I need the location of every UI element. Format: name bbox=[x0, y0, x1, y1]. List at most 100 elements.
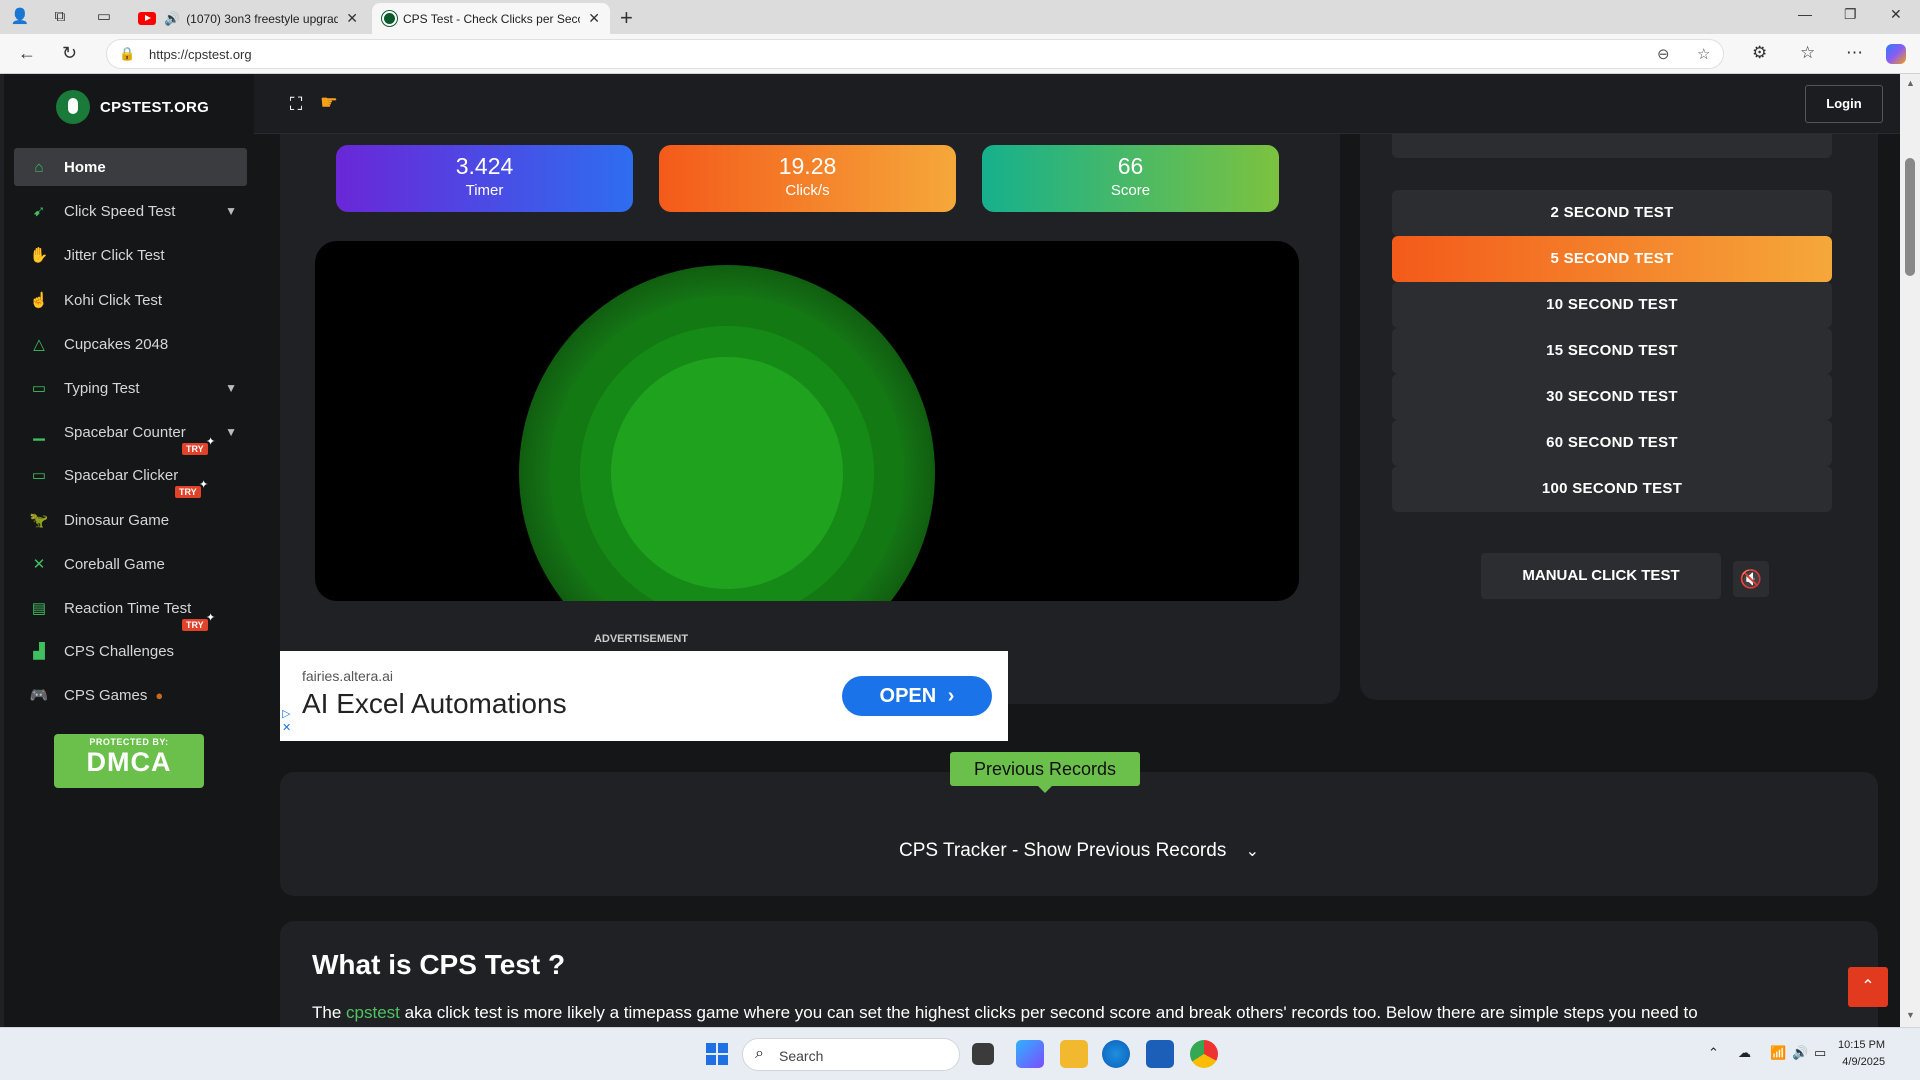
sidebar-item-label: CPS Games bbox=[64, 686, 148, 704]
favorites-icon[interactable]: ☆ bbox=[1800, 43, 1815, 63]
manual-click-test-button[interactable]: MANUAL CLICK TEST bbox=[1481, 553, 1721, 599]
sidebar-item-coreball-game[interactable]: ✕ Coreball Game bbox=[14, 545, 247, 583]
test-selector-panel: 2 SECOND TEST 5 SECOND TEST 10 SECOND TE… bbox=[1360, 134, 1878, 700]
sidebar-item-home[interactable]: ⌂ Home bbox=[14, 148, 247, 186]
coreball-icon: ✕ bbox=[32, 556, 46, 573]
microsoft365-icon[interactable] bbox=[1016, 1040, 1044, 1068]
sidebar-item-spacebar-clicker[interactable]: ▭ Spacebar Clicker bbox=[14, 456, 247, 494]
sidebar-item-label: Dinosaur Game bbox=[64, 511, 170, 529]
info-section: What is CPS Test ? The cpstest aka click… bbox=[280, 921, 1878, 1027]
test-button-partial[interactable] bbox=[1392, 134, 1832, 158]
tab-actions-icon[interactable]: ▭ bbox=[92, 5, 116, 29]
test-button-100s[interactable]: 100 SECOND TEST bbox=[1392, 466, 1832, 512]
volume-icon[interactable]: 🔊 bbox=[1792, 1045, 1808, 1061]
test-button-60s[interactable]: 60 SECOND TEST bbox=[1392, 420, 1832, 466]
taskbar-clock[interactable]: 10:15 PM 4/9/2025 bbox=[1838, 1037, 1885, 1071]
spacebar-icon: ▁ bbox=[33, 424, 45, 441]
test-button-15s[interactable]: 15 SECOND TEST bbox=[1392, 328, 1832, 374]
sidebar: CPSTEST.ORG ⌂ Home ➹ Click Speed Test ▼ … bbox=[4, 74, 254, 1027]
extensions-icon[interactable]: ⚙ bbox=[1752, 43, 1767, 63]
sidebar-item-dinosaur-game[interactable]: 🦖 Dinosaur Game bbox=[14, 501, 247, 539]
test-button-5s[interactable]: 5 SECOND TEST bbox=[1392, 236, 1832, 282]
sidebar-item-typing-test[interactable]: ▭ Typing Test ▼ bbox=[14, 369, 247, 407]
previous-records-panel: CPS Tracker - Show Previous Records ⌄ bbox=[280, 772, 1878, 896]
network-cloud-icon[interactable]: ☁ bbox=[1738, 1045, 1751, 1061]
sidebar-item-cupcakes-2048[interactable]: △ Cupcakes 2048 bbox=[14, 325, 247, 363]
scrollbar-thumb[interactable] bbox=[1905, 158, 1915, 276]
dmca-badge[interactable]: PROTECTED BY: DMCA bbox=[54, 734, 204, 788]
ad-open-button[interactable]: OPEN › bbox=[842, 676, 992, 716]
test-button-10s[interactable]: 10 SECOND TEST bbox=[1392, 282, 1832, 328]
favorite-star-icon[interactable]: ☆ bbox=[1697, 45, 1710, 63]
sidebar-item-cps-games[interactable]: 🎮 CPS Games ● bbox=[14, 676, 247, 714]
chevron-down-icon[interactable]: ▼ bbox=[225, 381, 237, 395]
previous-records-tag: Previous Records bbox=[950, 752, 1140, 793]
advertisement-banner[interactable]: fairies.altera.ai AI Excel Automations O… bbox=[280, 651, 1008, 741]
chrome-icon[interactable] bbox=[1190, 1040, 1218, 1068]
clock-time: 10:15 PM bbox=[1838, 1039, 1886, 1051]
close-tab-icon[interactable]: ✕ bbox=[588, 10, 600, 27]
scroll-to-top-button[interactable]: ⌃ bbox=[1848, 967, 1888, 1007]
store-icon[interactable] bbox=[1146, 1040, 1174, 1068]
fullscreen-icon[interactable]: ⛶ bbox=[282, 90, 310, 118]
test-button-30s[interactable]: 30 SECOND TEST bbox=[1392, 374, 1832, 420]
battery-icon[interactable]: ▭ bbox=[1814, 1045, 1826, 1061]
dmca-protected-text: PROTECTED BY: bbox=[89, 737, 169, 747]
sidebar-item-label: Spacebar Clicker bbox=[64, 466, 179, 484]
copilot-icon[interactable] bbox=[1886, 44, 1906, 64]
tab-youtube[interactable]: 🔊 (1070) 3on3 freestyle upgrad ✕ bbox=[128, 3, 368, 34]
task-view-icon[interactable] bbox=[972, 1043, 994, 1065]
restore-icon[interactable]: ❐ bbox=[1844, 6, 1857, 23]
advertisement-label: ADVERTISEMENT bbox=[593, 633, 689, 645]
page-scrollbar[interactable]: ▲ ▼ bbox=[1900, 74, 1920, 1027]
score-label: Score bbox=[1110, 182, 1151, 199]
fire-icon: ● bbox=[155, 687, 164, 703]
chevron-down-icon[interactable]: ▼ bbox=[225, 204, 237, 218]
edge-icon[interactable] bbox=[1102, 1040, 1130, 1068]
new-tab-icon[interactable]: + bbox=[620, 5, 633, 31]
clicks-per-second-stat: 19.28 Click/s bbox=[659, 145, 956, 212]
scroll-down-icon[interactable]: ▼ bbox=[1906, 1010, 1915, 1020]
sidebar-item-click-speed-test[interactable]: ➹ Click Speed Test ▼ bbox=[14, 192, 247, 230]
scroll-up-icon[interactable]: ▲ bbox=[1906, 78, 1915, 88]
clock-date: 4/9/2025 bbox=[1842, 1056, 1886, 1068]
windows-start-icon[interactable] bbox=[706, 1043, 728, 1065]
site-logo[interactable]: CPSTEST.ORG bbox=[56, 90, 209, 124]
speaker-icon[interactable]: 🔊 bbox=[164, 11, 180, 27]
refresh-icon[interactable]: ↻ bbox=[62, 43, 77, 64]
close-tab-icon[interactable]: ✕ bbox=[346, 10, 358, 27]
cpstest-link[interactable]: cpstest bbox=[346, 1003, 400, 1022]
url-text[interactable]: https://cpstest.org bbox=[149, 47, 252, 62]
tray-overflow-icon[interactable]: ⌃ bbox=[1708, 1045, 1719, 1061]
mouse-logo-icon bbox=[56, 90, 90, 124]
chart-icon: ▟ bbox=[33, 643, 45, 660]
profile-icon[interactable]: 👤 bbox=[8, 5, 32, 29]
info-text-rest: aka click test is more likely a timepass… bbox=[399, 1003, 1698, 1022]
back-icon[interactable]: ← bbox=[18, 43, 36, 64]
more-icon[interactable]: ⋯ bbox=[1846, 43, 1863, 63]
url-box[interactable]: 🔒 https://cpstest.org ⊖ ☆ bbox=[106, 39, 1724, 69]
sidebar-item-kohi-click-test[interactable]: ☝ Kohi Click Test bbox=[14, 281, 247, 319]
taskbar-search[interactable]: ⌕ Search bbox=[742, 1038, 960, 1071]
sidebar-item-cps-challenges[interactable]: ▟ CPS Challenges bbox=[14, 632, 247, 670]
pointing-hand-icon[interactable]: ☛ bbox=[320, 90, 338, 115]
click-area[interactable] bbox=[315, 241, 1299, 601]
lock-icon[interactable]: 🔒 bbox=[119, 46, 135, 62]
close-window-icon[interactable]: ✕ bbox=[1890, 6, 1902, 23]
workspaces-icon[interactable]: ⧉ bbox=[48, 5, 72, 29]
cps-tracker-toggle[interactable]: CPS Tracker - Show Previous Records ⌄ bbox=[280, 840, 1878, 862]
file-explorer-icon[interactable] bbox=[1060, 1040, 1088, 1068]
test-button-2s[interactable]: 2 SECOND TEST bbox=[1392, 190, 1832, 236]
game-panel: 3.424 Timer 19.28 Click/s 66 Score bbox=[280, 134, 1340, 704]
sound-muted-icon[interactable]: 🔇 bbox=[1733, 561, 1769, 597]
sidebar-item-jitter-click-test[interactable]: ✋ Jitter Click Test bbox=[14, 236, 247, 274]
ad-headline[interactable]: AI Excel Automations bbox=[302, 688, 567, 720]
tab-cpstest[interactable]: CPS Test - Check Clicks per Secon ✕ bbox=[372, 3, 610, 34]
wifi-icon[interactable]: 📶 bbox=[1770, 1045, 1786, 1061]
sidebar-item-label: Reaction Time Test bbox=[64, 599, 192, 617]
login-button[interactable]: Login bbox=[1805, 85, 1883, 123]
minimize-icon[interactable]: — bbox=[1798, 6, 1812, 22]
reader-icon[interactable]: ⊖ bbox=[1657, 45, 1670, 63]
chevron-down-icon[interactable]: ▼ bbox=[225, 425, 237, 439]
adchoices-icon[interactable]: ▷ ✕ bbox=[282, 707, 291, 735]
